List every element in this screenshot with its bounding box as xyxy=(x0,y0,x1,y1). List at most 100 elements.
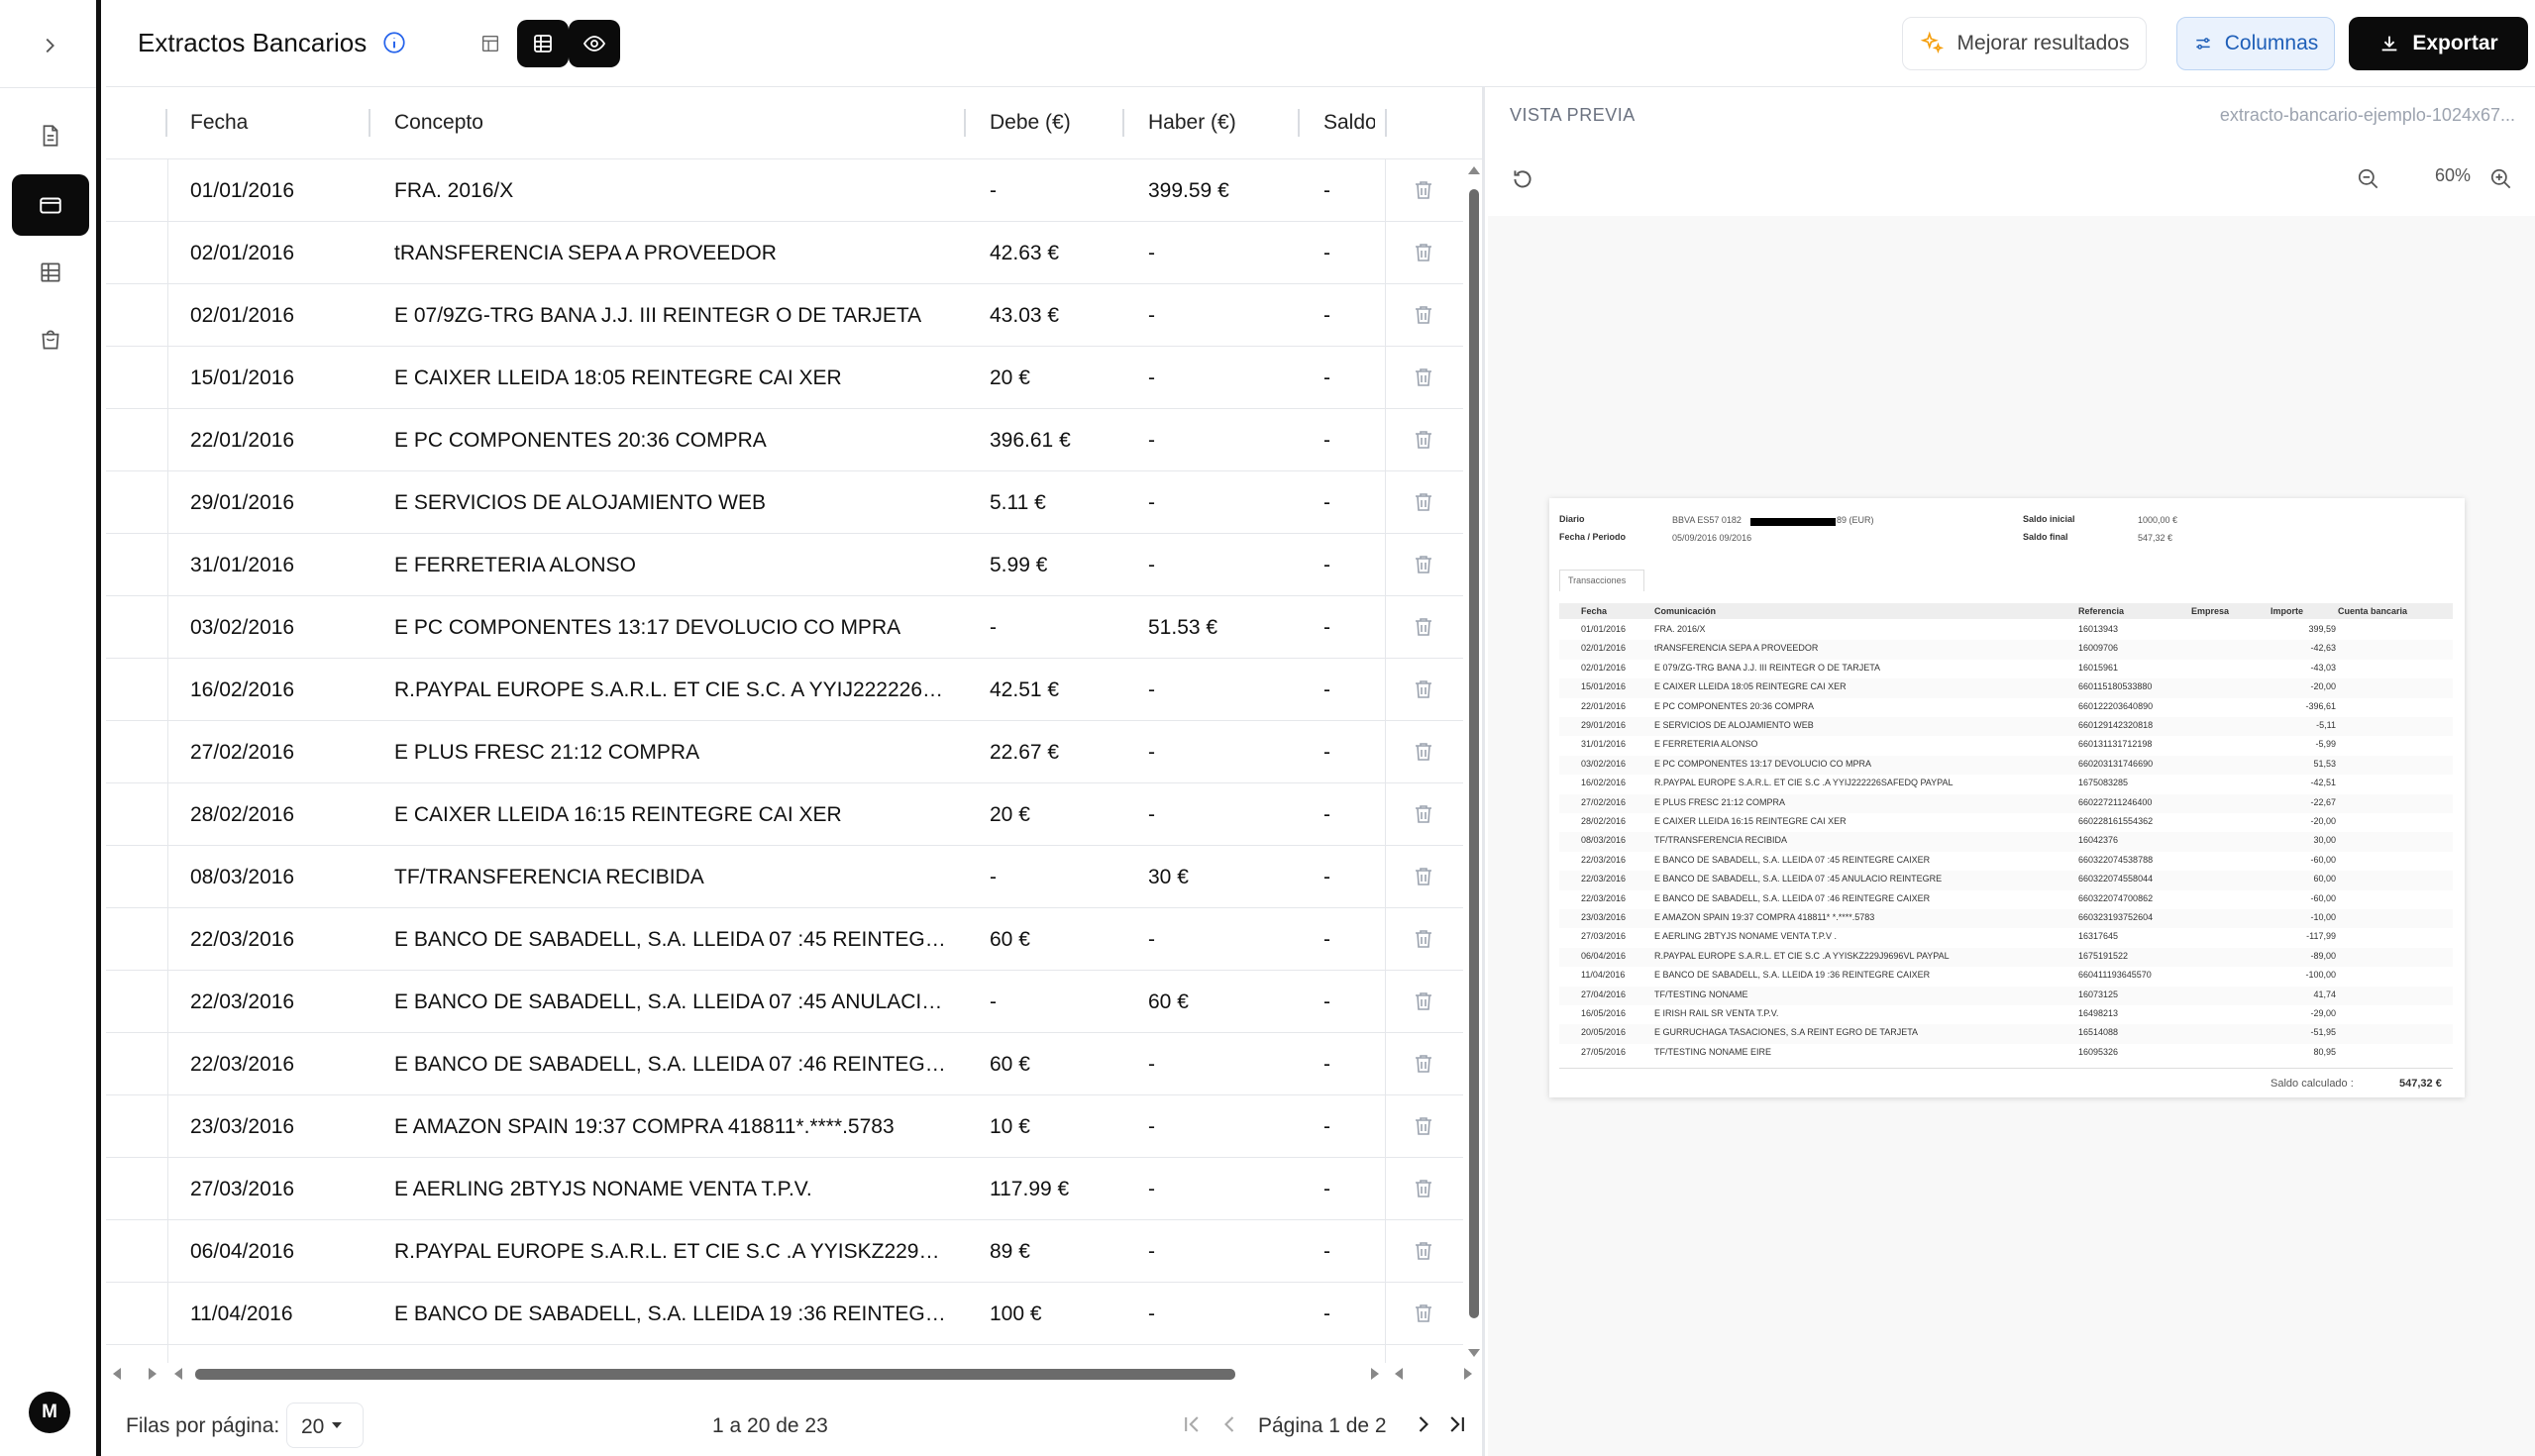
vertical-scrollbar[interactable] xyxy=(1463,159,1482,1363)
cell-debe[interactable]: 396.61 € xyxy=(990,429,1071,453)
cell-fecha[interactable]: 06/04/2016 xyxy=(190,1240,294,1264)
cell-debe[interactable]: - xyxy=(990,990,997,1014)
vertical-scroll-thumb[interactable] xyxy=(1469,189,1479,1318)
cell-fecha[interactable]: 22/01/2016 xyxy=(190,429,294,453)
cell-debe[interactable]: 10 € xyxy=(990,1115,1030,1139)
cell-concepto[interactable]: E CAIXER LLEIDA 18:05 REINTEGRE CAI XER xyxy=(394,366,949,390)
delete-row-trash-icon[interactable] xyxy=(1412,240,1435,265)
delete-row-trash-icon[interactable] xyxy=(1412,801,1435,827)
cell-fecha[interactable]: 01/01/2016 xyxy=(190,179,294,203)
table-row[interactable]: 03/02/2016 E PC COMPONENTES 13:17 DEVOLUC… xyxy=(106,596,1463,659)
cell-saldo[interactable]: - xyxy=(1323,429,1330,453)
cell-debe[interactable]: - xyxy=(990,179,997,203)
cell-debe[interactable]: 89 € xyxy=(990,1240,1030,1264)
cell-concepto[interactable]: E SERVICIOS DE ALOJAMIENTO WEB xyxy=(394,491,949,515)
cell-concepto[interactable]: tRANSFERENCIA SEPA A PROVEEDOR xyxy=(394,242,949,265)
cell-concepto[interactable]: TF/TRANSFERENCIA RECIBIDA xyxy=(394,866,949,889)
cell-saldo[interactable]: - xyxy=(1323,741,1330,765)
cell-haber[interactable]: - xyxy=(1148,304,1155,328)
cell-haber[interactable]: - xyxy=(1148,1302,1155,1326)
horizontal-scrollbar[interactable] xyxy=(106,1363,1482,1385)
delete-row-trash-icon[interactable] xyxy=(1412,1300,1435,1326)
table-row[interactable]: 22/03/2016 E BANCO DE SABADELL, S.A. LLEI… xyxy=(106,908,1463,971)
cell-concepto[interactable]: FRA. 2016/X xyxy=(394,179,949,203)
cell-debe[interactable]: 5.99 € xyxy=(990,554,1047,577)
column-header-debe[interactable]: Debe (€) xyxy=(990,111,1071,135)
preview-toggle-button[interactable] xyxy=(569,20,620,67)
cell-haber[interactable]: 30 € xyxy=(1148,866,1189,889)
cell-fecha[interactable]: 15/01/2016 xyxy=(190,366,294,390)
cell-debe[interactable]: 20 € xyxy=(990,366,1030,390)
user-avatar[interactable]: M xyxy=(29,1392,70,1433)
cell-concepto[interactable]: E PC COMPONENTES 13:17 DEVOLUCIO CO MPRA xyxy=(394,616,949,640)
cell-debe[interactable]: 42.63 € xyxy=(990,242,1059,265)
table-row[interactable]: 22/03/2016 E BANCO DE SABADELL, S.A. LLEI… xyxy=(106,971,1463,1033)
previous-page-icon[interactable] xyxy=(1215,1410,1243,1438)
delete-row-trash-icon[interactable] xyxy=(1412,364,1435,390)
cell-fecha[interactable]: 08/03/2016 xyxy=(190,866,294,889)
horizontal-scroll-thumb[interactable] xyxy=(195,1369,1235,1380)
cell-haber[interactable]: - xyxy=(1148,928,1155,952)
zoom-in-icon[interactable] xyxy=(2488,166,2514,192)
cell-concepto[interactable]: E BANCO DE SABADELL, S.A. LLEIDA 07 :45 … xyxy=(394,990,949,1014)
cell-haber[interactable]: - xyxy=(1148,429,1155,453)
table-row[interactable]: 31/01/2016 E FERRETERIA ALONSO 5.99 € - - xyxy=(106,534,1463,596)
cell-concepto[interactable]: E PLUS FRESC 21:12 COMPRA xyxy=(394,741,949,765)
rotate-icon[interactable] xyxy=(1510,166,1535,192)
scroll-right-arrow-icon[interactable] xyxy=(1370,1367,1380,1381)
delete-row-trash-icon[interactable] xyxy=(1412,988,1435,1014)
cell-debe[interactable]: - xyxy=(990,616,997,640)
cell-saldo[interactable]: - xyxy=(1323,491,1330,515)
cell-saldo[interactable]: - xyxy=(1323,928,1330,952)
table-row[interactable]: 28/02/2016 E CAIXER LLEIDA 16:15 REINTEGR… xyxy=(106,783,1463,846)
delete-row-trash-icon[interactable] xyxy=(1412,427,1435,453)
cell-saldo[interactable]: - xyxy=(1323,1302,1330,1326)
cell-haber[interactable]: - xyxy=(1148,491,1155,515)
table-view-button[interactable] xyxy=(517,20,569,67)
expand-sidebar-chevron-icon[interactable] xyxy=(30,26,69,65)
cell-fecha[interactable]: 02/01/2016 xyxy=(190,242,294,265)
cell-saldo[interactable]: - xyxy=(1323,616,1330,640)
cell-haber[interactable]: - xyxy=(1148,803,1155,827)
split-view-button[interactable] xyxy=(465,20,516,67)
table-row[interactable]: 27/03/2016 E AERLING 2BTYJS NONAME VENTA … xyxy=(106,1158,1463,1220)
table-row[interactable]: 01/01/2016 FRA. 2016/X - 399.59 € - xyxy=(106,159,1463,222)
table-row[interactable]: 22/01/2016 E PC COMPONENTES 20:36 COMPRA 3… xyxy=(106,409,1463,471)
cell-concepto[interactable]: R.PAYPAL EUROPE S.A.R.L. ET CIE S.C. A Y… xyxy=(394,678,949,702)
cell-saldo[interactable]: - xyxy=(1323,242,1330,265)
export-button[interactable]: Exportar xyxy=(2349,17,2528,70)
table-row[interactable]: 23/03/2016 E AMAZON SPAIN 19:37 COMPRA 41… xyxy=(106,1095,1463,1158)
delete-row-trash-icon[interactable] xyxy=(1412,302,1435,328)
table-row[interactable]: 29/01/2016 E SERVICIOS DE ALOJAMIENTO WEB… xyxy=(106,471,1463,534)
cell-haber[interactable]: - xyxy=(1148,678,1155,702)
delete-row-trash-icon[interactable] xyxy=(1412,739,1435,765)
cell-debe[interactable]: 100 € xyxy=(990,1302,1042,1326)
rail-bank-statements-button[interactable] xyxy=(12,174,89,236)
table-row[interactable]: 15/01/2016 E CAIXER LLEIDA 18:05 REINTEGR… xyxy=(106,347,1463,409)
cell-haber[interactable]: - xyxy=(1148,1115,1155,1139)
cell-haber[interactable]: - xyxy=(1148,741,1155,765)
scroll-left-arrow-icon[interactable] xyxy=(112,1367,122,1381)
delete-row-trash-icon[interactable] xyxy=(1412,864,1435,889)
cell-fecha[interactable]: 03/02/2016 xyxy=(190,616,294,640)
cell-saldo[interactable]: - xyxy=(1323,366,1330,390)
delete-row-trash-icon[interactable] xyxy=(1412,1051,1435,1077)
table-row[interactable]: 11/04/2016 E BANCO DE SABADELL, S.A. LLEI… xyxy=(106,1283,1463,1345)
cell-fecha[interactable]: 02/01/2016 xyxy=(190,304,294,328)
cell-debe[interactable]: 117.99 € xyxy=(990,1178,1069,1201)
cell-haber[interactable]: 399.59 € xyxy=(1148,179,1229,203)
cell-saldo[interactable]: - xyxy=(1323,1240,1330,1264)
cell-concepto[interactable]: E FERRETERIA ALONSO xyxy=(394,554,949,577)
cell-fecha[interactable]: 22/03/2016 xyxy=(190,990,294,1014)
cell-fecha[interactable]: 28/02/2016 xyxy=(190,803,294,827)
cell-concepto[interactable]: E BANCO DE SABADELL, S.A. LLEIDA 07 :45 … xyxy=(394,928,949,952)
delete-row-trash-icon[interactable] xyxy=(1412,177,1435,203)
cell-fecha[interactable]: 27/02/2016 xyxy=(190,741,294,765)
rail-purchases-button[interactable] xyxy=(12,309,89,370)
rail-documents-button[interactable] xyxy=(12,105,89,166)
delete-row-trash-icon[interactable] xyxy=(1412,1238,1435,1264)
scroll-up-arrow-icon[interactable] xyxy=(1467,165,1481,175)
delete-row-trash-icon[interactable] xyxy=(1412,1176,1435,1201)
cell-fecha[interactable]: 11/04/2016 xyxy=(190,1302,293,1326)
scroll-down-arrow-icon[interactable] xyxy=(1467,1348,1481,1358)
